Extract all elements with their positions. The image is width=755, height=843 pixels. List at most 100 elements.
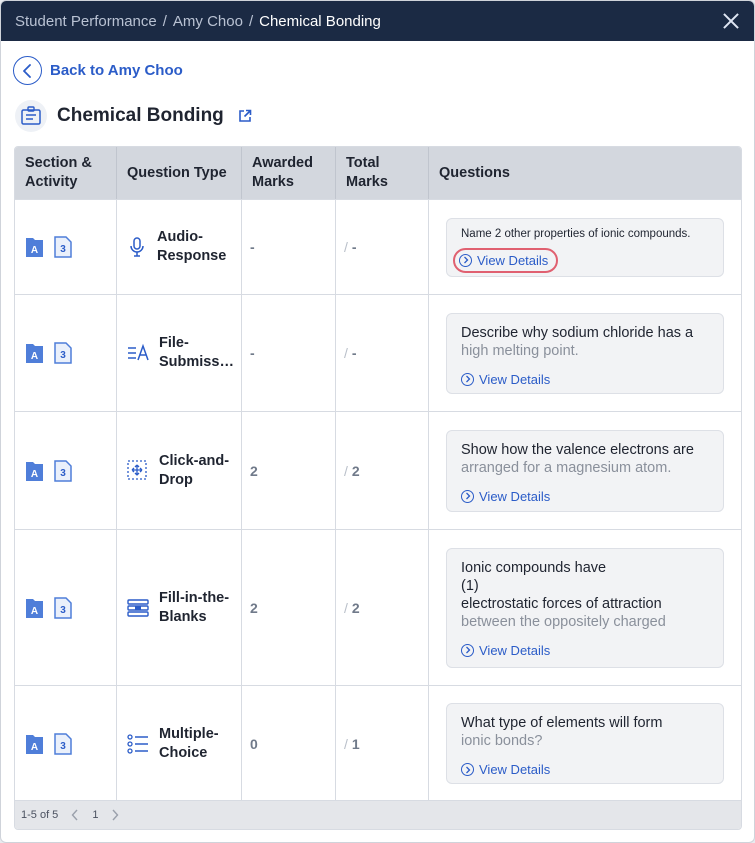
table-row: A 3 Fill-in-the- Blanks 2 /2 Ionic compou… (15, 529, 741, 685)
list-icon (127, 733, 148, 754)
question-text: Name 2 other properties of ionic compoun… (461, 227, 691, 240)
view-details-link[interactable]: View Details (461, 762, 550, 777)
pagination-bar: 1-5 of 5 1 (15, 800, 741, 829)
close-icon[interactable] (722, 12, 740, 30)
svg-text:A: A (31, 469, 38, 480)
header-questions[interactable]: Questions (429, 147, 741, 199)
question-cell: Name 2 other properties of ionic compoun… (429, 200, 741, 294)
section-activity-cell: A 3 (15, 530, 117, 685)
question-type-cell: Audio- Response (117, 200, 242, 294)
chevron-right-icon[interactable] (108, 808, 122, 822)
svg-text:3: 3 (60, 350, 66, 361)
student-performance-modal: Student Performance / Amy Choo / Chemica… (0, 0, 755, 843)
total-marks-cell: / - (336, 200, 429, 294)
view-details-link[interactable]: View Details (461, 372, 550, 387)
chevron-right-circle-icon (459, 253, 472, 267)
svg-text:A: A (31, 742, 38, 753)
drag-drop-icon (127, 459, 147, 480)
total-marks-cell: / - (336, 295, 429, 411)
question-type-label: Audio- Response (157, 229, 227, 264)
section-folder-icon: A (26, 461, 43, 481)
back-link-label: Back to Amy Choo (50, 62, 183, 79)
questions-table: Section & Activity Question Type Awarded M… (14, 146, 742, 830)
chevron-right-circle-icon (461, 763, 474, 776)
chevron-left-icon (13, 56, 42, 85)
awarded-marks-cell: - (242, 200, 336, 294)
breadcrumb-student[interactable]: Amy Choo (173, 13, 243, 30)
question-type-label: Fill-in-the- Blanks (159, 589, 230, 625)
svg-text:3: 3 (60, 468, 66, 479)
section-activity-cell: A 3 (15, 686, 117, 801)
microphone-icon (130, 237, 144, 257)
svg-text:A: A (31, 351, 38, 362)
question-type-cell: Fill-in-the- Blanks (117, 530, 242, 685)
header-total-marks[interactable]: Total Marks (336, 147, 429, 199)
awarded-marks-cell: 2 (242, 412, 336, 529)
page-header: Chemical Bonding (15, 100, 252, 132)
section-activity-cell: A 3 (15, 412, 117, 529)
view-details-link[interactable]: View Details (453, 247, 559, 273)
breadcrumb-student-performance[interactable]: Student Performance (15, 13, 157, 30)
activity-document-icon: 3 (54, 459, 72, 482)
total-marks-cell: /1 (336, 686, 429, 801)
header-section-activity[interactable]: Section & Activity (15, 147, 117, 199)
activity-document-icon: 3 (54, 236, 72, 258)
svg-text:A: A (31, 606, 38, 617)
svg-text:3: 3 (60, 244, 66, 255)
question-text: Ionic compounds have (1) electrostatic f… (461, 559, 666, 630)
total-marks-cell: /2 (336, 412, 429, 529)
question-type-cell: File- Submissi… (117, 295, 242, 411)
question-cell: Ionic compounds have (1) electrostatic f… (429, 530, 741, 685)
chevron-right-circle-icon (461, 489, 474, 503)
page-title: Chemical Bonding (57, 105, 224, 126)
section-folder-icon: A (26, 238, 43, 257)
activity-document-icon: 3 (54, 732, 72, 755)
section-folder-icon: A (26, 344, 43, 363)
chevron-right-circle-icon (461, 643, 474, 657)
question-type-cell: Click-and- Drop (117, 412, 242, 529)
question-card: Show how the valence electrons are arrang… (446, 429, 724, 512)
question-card: Describe why sodium chloride has a high m… (446, 312, 724, 394)
total-marks-cell: /2 (336, 530, 429, 685)
activity-document-icon: 3 (54, 342, 72, 364)
awarded-marks-cell: 0 (242, 686, 336, 801)
view-details-link[interactable]: View Details (461, 489, 550, 504)
table-row: A 3 Click-and- Drop 2 /2 Show how the val… (15, 411, 741, 529)
question-cell: Describe why sodium chloride has a high m… (429, 295, 741, 411)
section-folder-icon: A (26, 598, 43, 618)
modal-titlebar: Student Performance / Amy Choo / Chemica… (1, 1, 754, 41)
header-awarded-marks[interactable]: Awarded Marks (242, 147, 336, 199)
breadcrumb-current: Chemical Bonding (259, 12, 381, 30)
table-header: Section & Activity Question Type Awarded M… (15, 147, 741, 199)
question-card: Name 2 other properties of ionic compoun… (446, 217, 724, 277)
breadcrumb-separator: / (248, 12, 254, 30)
svg-text:3: 3 (60, 605, 66, 616)
table-row: A 3 Multiple- Choice 0 /1 What type of el… (15, 685, 741, 801)
table-row: A 3 Audio- Response - / - Name 2 other pro… (15, 199, 741, 294)
back-link[interactable]: Back to Amy Choo (13, 56, 183, 85)
view-details-link[interactable]: View Details (461, 643, 550, 658)
section-folder-icon: A (26, 734, 43, 754)
question-text: Describe why sodium chloride has a high m… (461, 324, 694, 359)
awarded-marks-cell: 2 (242, 530, 336, 685)
question-text: What type of elements will form ionic bon… (461, 715, 663, 749)
awarded-marks-cell: - (242, 295, 336, 411)
section-activity-cell: A 3 (15, 295, 117, 411)
question-type-label: Multiple- Choice (159, 725, 219, 761)
chevron-right-circle-icon (461, 372, 474, 386)
question-cell: What type of elements will form ionic bon… (429, 686, 741, 801)
table-row: A 3 File- Submissi… - / - Describe why sod… (15, 294, 741, 411)
svg-text:3: 3 (60, 741, 66, 752)
section-activity-cell: A 3 (15, 200, 117, 294)
file-submission-icon (128, 343, 149, 361)
breadcrumb: Student Performance / Amy Choo / Chemica… (15, 13, 722, 30)
pagination-current-page[interactable]: 1 (92, 809, 98, 821)
question-text: Show how the valence electrons are arrang… (461, 441, 694, 476)
chevron-left-icon[interactable] (68, 808, 82, 822)
header-question-type[interactable]: Question Type (117, 147, 242, 199)
lesson-board-icon (15, 100, 47, 132)
question-card: Ionic compounds have (1) electrostatic f… (446, 547, 724, 668)
question-type-label: File- Submissi… (159, 335, 235, 370)
question-type-cell: Multiple- Choice (117, 686, 242, 801)
external-link-icon[interactable] (238, 109, 252, 123)
